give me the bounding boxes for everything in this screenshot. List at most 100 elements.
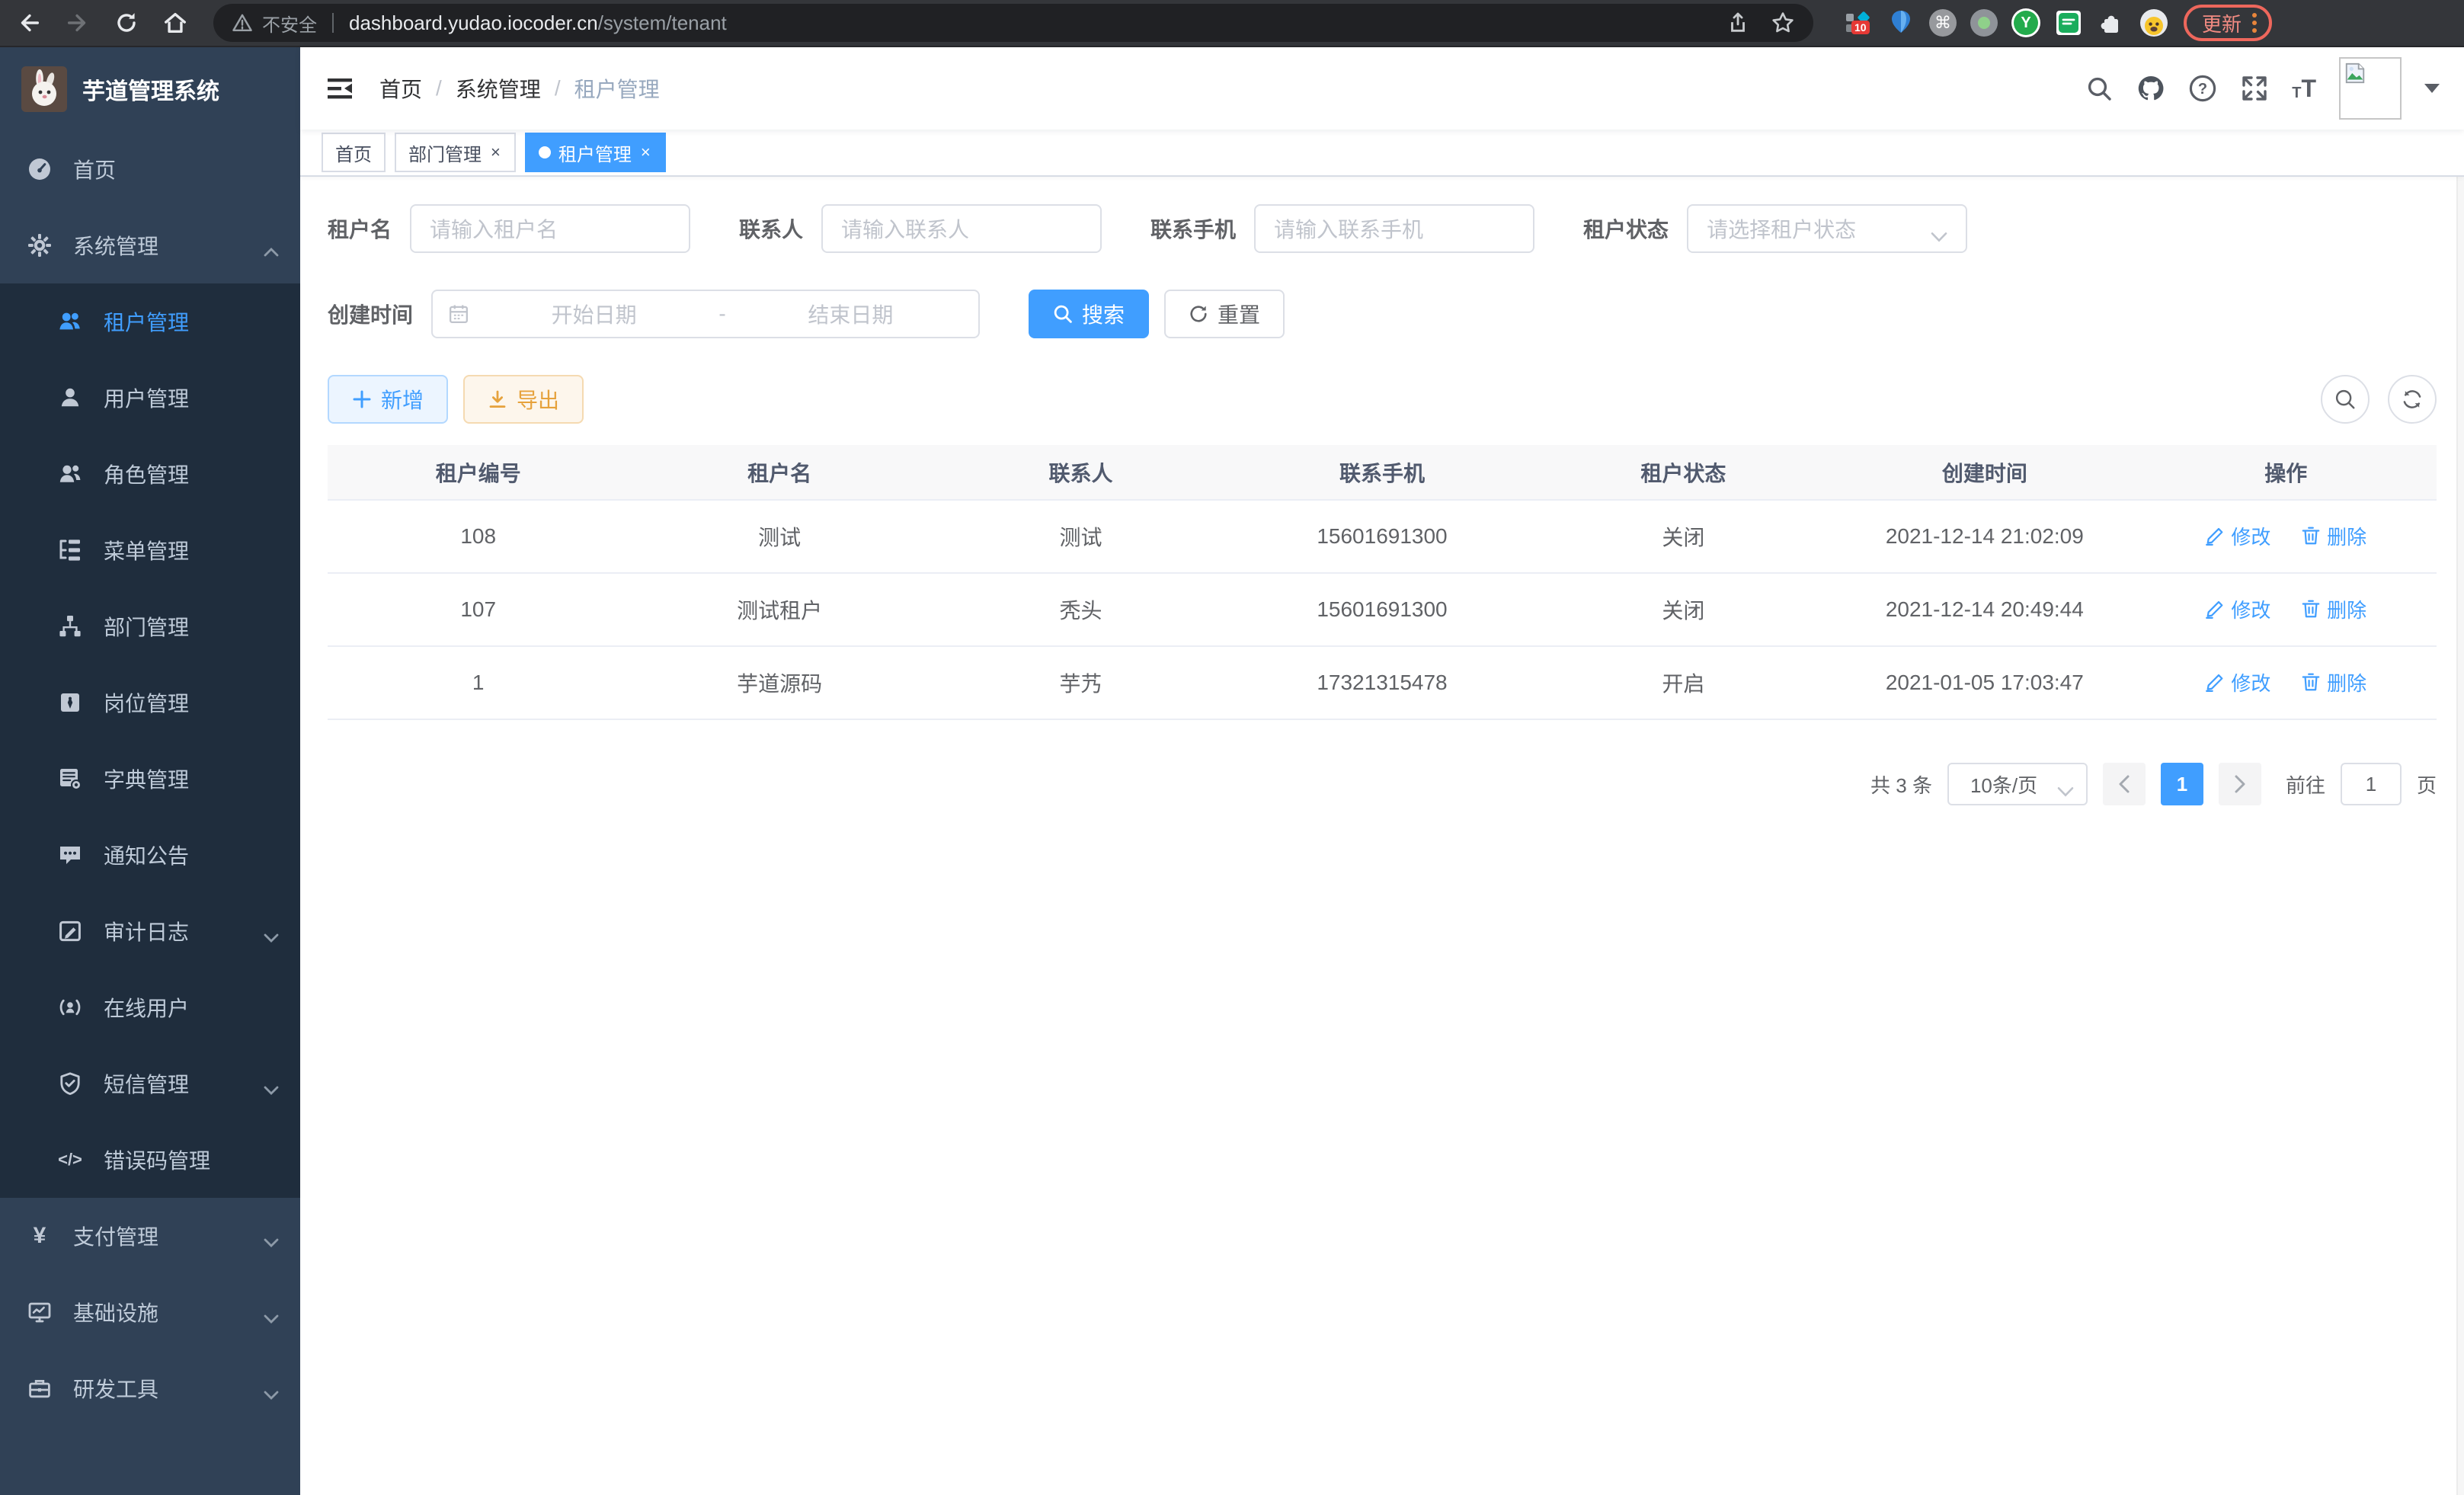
sidebar-item-post[interactable]: 岗位管理 [0, 664, 300, 741]
refresh-table-button[interactable] [2388, 375, 2437, 424]
url-separator [332, 13, 334, 33]
sidebar-item-menu[interactable]: 菜单管理 [0, 512, 300, 588]
address-bar[interactable]: 不安全 dashboard.yudao.iocoder.cn/system/te… [213, 4, 1813, 42]
sidebar-item-user[interactable]: 用户管理 [0, 360, 300, 436]
sidebar-submenu-system: 租户管理 用户管理 角色管理 [0, 283, 300, 1198]
user-icon [58, 386, 82, 410]
contact-label: 联系人 [739, 213, 803, 244]
prev-page-button[interactable] [2103, 763, 2146, 805]
date-range-input[interactable]: 开始日期 - 结束日期 [431, 290, 980, 338]
chevron-down-icon [264, 1230, 279, 1242]
add-button[interactable]: 新增 [328, 375, 448, 424]
github-icon[interactable] [2136, 74, 2165, 103]
code-icon: </> [58, 1148, 82, 1172]
reload-icon[interactable] [113, 9, 140, 37]
security-label: 不安全 [262, 10, 317, 37]
extension-y-icon[interactable]: Y [2011, 8, 2040, 37]
cell-status: 关闭 [1533, 500, 1834, 573]
font-size-icon[interactable]: TT [2292, 76, 2316, 101]
contact-input[interactable]: 请输入联系人 [821, 204, 1102, 253]
edit-link[interactable]: 修改 [2205, 595, 2270, 623]
share-icon[interactable] [1726, 11, 1749, 34]
chevron-down-icon [264, 1077, 279, 1090]
breadcrumb: 首页 / 系统管理 / 租户管理 [379, 73, 660, 104]
edit-link[interactable]: 修改 [2205, 522, 2270, 550]
sidebar-item-payment[interactable]: ¥ 支付管理 [0, 1198, 300, 1274]
sidebar-item-dict[interactable]: 字典管理 [0, 741, 300, 817]
close-icon[interactable]: × [639, 144, 652, 161]
tags-view: 首页 部门管理× 租户管理× [300, 130, 2464, 177]
profile-avatar-icon[interactable] [2139, 8, 2168, 37]
extension-command-icon[interactable]: ⌘ [1929, 9, 1957, 37]
forward-icon[interactable] [64, 9, 91, 37]
bookmark-star-icon[interactable] [1771, 11, 1795, 35]
cell-id: 107 [328, 573, 629, 646]
extensions-puzzle-icon[interactable] [2097, 8, 2126, 37]
sidebar-item-notice[interactable]: 通知公告 [0, 817, 300, 893]
insecure-warning-icon[interactable] [232, 12, 253, 34]
browser-menu-icon[interactable] [2252, 13, 2257, 33]
tag-dept[interactable]: 部门管理× [395, 133, 516, 172]
header-actions: 操作 [2136, 445, 2437, 500]
avatar[interactable] [2339, 57, 2402, 120]
home-icon[interactable] [162, 9, 189, 37]
page-scrollbar[interactable] [2456, 47, 2464, 1495]
edit-link[interactable]: 修改 [2205, 668, 2270, 696]
cell-name: 测试 [629, 500, 930, 573]
fullscreen-icon[interactable] [2240, 74, 2269, 103]
current-page-button[interactable]: 1 [2161, 763, 2203, 805]
mobile-input[interactable]: 请输入联系手机 [1254, 204, 1534, 253]
extension-badge: 10 [1851, 21, 1870, 34]
status-select[interactable]: 请选择租户状态 [1687, 204, 1967, 253]
sidebar-item-dept[interactable]: 部门管理 [0, 588, 300, 664]
next-page-button[interactable] [2219, 763, 2261, 805]
chevron-left-icon [2117, 775, 2131, 793]
sidebar-item-online-users[interactable]: 在线用户 [0, 969, 300, 1045]
sidebar-item-role[interactable]: 角色管理 [0, 436, 300, 512]
search-button[interactable]: 搜索 [1029, 290, 1149, 338]
close-icon[interactable]: × [489, 144, 502, 161]
table-row: 1 芋道源码 芋艿 17321315478 开启 2021-01-05 17:0… [328, 646, 2437, 719]
delete-link[interactable]: 删除 [2301, 522, 2366, 550]
sidebar-item-error-code[interactable]: </> 错误码管理 [0, 1122, 300, 1198]
page-size-select[interactable]: 10条/页 [1947, 763, 2088, 805]
breadcrumb-system[interactable]: 系统管理 [456, 73, 541, 104]
help-icon[interactable]: ? [2188, 74, 2217, 103]
start-date-placeholder[interactable]: 开始日期 [482, 299, 706, 329]
delete-link[interactable]: 删除 [2301, 668, 2366, 696]
sidebar-logo[interactable]: 芋道管理系统 [0, 47, 300, 131]
export-button[interactable]: 导出 [463, 375, 584, 424]
back-icon[interactable] [15, 9, 43, 37]
sidebar-item-dev-tools[interactable]: 研发工具 [0, 1350, 300, 1426]
tag-home[interactable]: 首页 [322, 133, 386, 172]
sidebar-item-infrastructure[interactable]: 基础设施 [0, 1274, 300, 1350]
reset-button[interactable]: 重置 [1164, 290, 1285, 338]
extension-record-icon[interactable] [1970, 9, 1998, 37]
broken-image-icon [2344, 62, 2366, 85]
filter-row-2: 创建时间 开始日期 - 结束日期 [328, 290, 2437, 338]
edit-icon [2205, 599, 2225, 619]
hamburger-icon[interactable] [325, 73, 355, 104]
breadcrumb-home[interactable]: 首页 [379, 73, 422, 104]
goto-page-input[interactable] [2341, 763, 2402, 805]
sidebar-item-home[interactable]: 首页 [0, 131, 300, 207]
sidebar-item-tenant[interactable]: 租户管理 [0, 283, 300, 360]
cell-actions: 修改 删除 [2136, 573, 2437, 646]
sidebar-item-audit-log[interactable]: 审计日志 [0, 893, 300, 969]
extension-keyboard-icon[interactable]: 10 [1844, 8, 1873, 37]
toggle-search-button[interactable] [2321, 375, 2370, 424]
search-icon [2334, 388, 2357, 411]
tag-tenant[interactable]: 租户管理× [525, 133, 666, 172]
sidebar-item-system[interactable]: 系统管理 [0, 207, 300, 283]
avatar-caret-icon[interactable] [2424, 84, 2440, 93]
sidebar-item-sms[interactable]: 短信管理 [0, 1045, 300, 1122]
app-title: 芋道管理系统 [82, 72, 219, 106]
tenant-name-input[interactable]: 请输入租户名 [410, 204, 690, 253]
end-date-placeholder[interactable]: 结束日期 [738, 299, 963, 329]
delete-link[interactable]: 删除 [2301, 595, 2366, 623]
browser-update-button[interactable]: 更新 [2184, 5, 2272, 41]
header-search-icon[interactable] [2085, 74, 2114, 103]
extension-chat-icon[interactable] [2054, 8, 2083, 37]
header-created: 创建时间 [1834, 445, 2135, 500]
extension-balloon-icon[interactable] [1886, 8, 1915, 37]
